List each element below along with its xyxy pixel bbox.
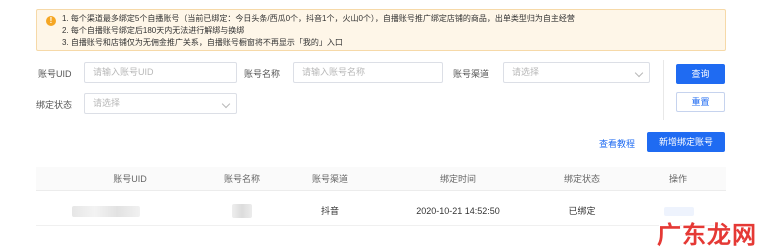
chevron-down-icon: [221, 99, 231, 109]
row-bind-time: 2020-10-21 14:52:50: [416, 206, 500, 216]
status-select[interactable]: 请选择: [84, 93, 237, 114]
status-select-placeholder: 请选择: [93, 98, 121, 108]
column-header-uid: 账号UID: [113, 174, 147, 184]
channel-label: 账号渠道: [453, 69, 490, 79]
name-input[interactable]: 请输入账号名称: [293, 62, 443, 83]
notice-line-3: 3. 自播账号和店铺仅为无佣金推广关系，自播账号橱窗将不再显示「我的」入口: [62, 38, 343, 47]
reset-button[interactable]: 重置: [676, 92, 725, 112]
name-label: 账号名称: [244, 69, 281, 79]
notice-line-2: 2. 每个自播账号绑定后180天内无法进行解绑与换绑: [62, 26, 245, 35]
tutorial-link[interactable]: 查看教程: [599, 137, 635, 150]
notice-line-1: 1. 每个渠道最多绑定5个自播账号（当前已绑定：今日头条/西瓜0个，抖音1个，火…: [62, 14, 575, 23]
column-header-channel: 账号渠道: [311, 174, 348, 184]
channel-select[interactable]: 请选择: [503, 62, 650, 83]
uid-label: 账号UID: [38, 69, 72, 79]
watermark-logo: 广东龙网: [657, 221, 757, 249]
row-channel: 抖音: [320, 206, 339, 216]
uid-input[interactable]: 请输入账号UID: [84, 62, 237, 83]
redacted-uid: [72, 206, 140, 217]
filter-divider: [663, 60, 664, 120]
channel-select-placeholder: 请选择: [512, 67, 540, 77]
chevron-down-icon: [634, 68, 644, 78]
row-bind-status: 已绑定: [568, 206, 596, 216]
add-account-button[interactable]: 新增绑定账号: [647, 132, 725, 152]
column-header-status: 绑定状态: [563, 174, 600, 184]
notice-banner: ! 1. 每个渠道最多绑定5个自播账号（当前已绑定：今日头条/西瓜0个，抖音1个…: [36, 9, 726, 51]
table-header: 账号UID 账号名称 账号渠道 绑定时间 绑定状态 操作: [36, 167, 726, 191]
query-button[interactable]: 查询: [676, 64, 725, 84]
column-header-name: 账号名称: [223, 174, 260, 184]
warning-icon: !: [46, 16, 56, 26]
redacted-name: [232, 204, 252, 218]
column-header-actions: 操作: [668, 174, 687, 184]
status-label: 绑定状态: [36, 100, 73, 110]
column-header-time: 绑定时间: [439, 174, 476, 184]
table-row: 抖音 2020-10-21 14:52:50 已绑定: [36, 196, 726, 226]
